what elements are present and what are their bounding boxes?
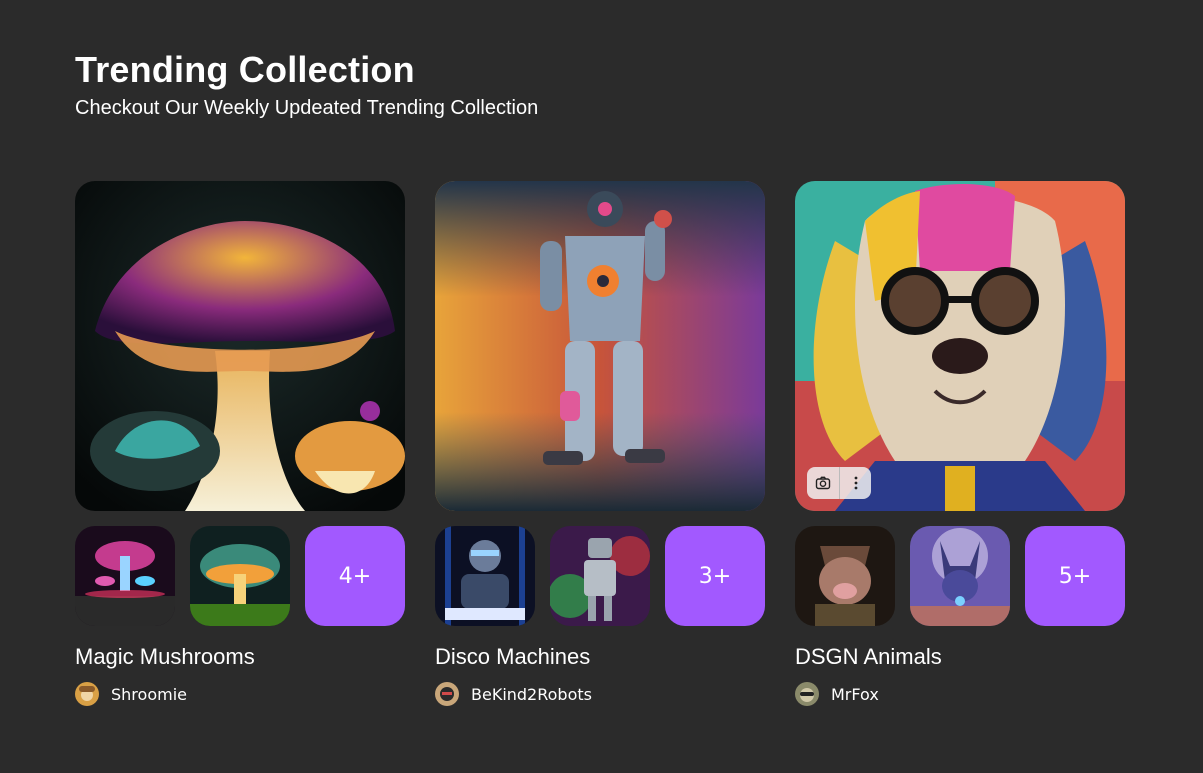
collection-artist[interactable]: MrFox: [795, 682, 1125, 706]
section-header: Trending Collection Checkout Our Weekly …: [75, 50, 538, 120]
collection-name[interactable]: Disco Machines: [435, 644, 765, 670]
collection-name[interactable]: DSGN Animals: [795, 644, 1125, 670]
collection-thumbnail[interactable]: [75, 526, 175, 626]
collection-card-dsgn-animals[interactable]: 5+ DSGN Animals MrFox: [795, 181, 1125, 706]
collection-hero-image[interactable]: [75, 181, 405, 511]
collection-thumbnail[interactable]: [795, 526, 895, 626]
collection-thumbnails: 3+: [435, 526, 765, 626]
collection-thumbnail[interactable]: [910, 526, 1010, 626]
more-vertical-icon[interactable]: [839, 467, 871, 499]
camera-icon[interactable]: [807, 467, 839, 499]
artist-avatar: [75, 682, 99, 706]
artist-avatar: [795, 682, 819, 706]
view-more-button[interactable]: 3+: [665, 526, 765, 626]
collection-artist[interactable]: Shroomie: [75, 682, 405, 706]
collection-card-disco-machines[interactable]: 3+ Disco Machines BeKind2Robots: [435, 181, 765, 706]
collection-artist[interactable]: BeKind2Robots: [435, 682, 765, 706]
collection-name[interactable]: Magic Mushrooms: [75, 644, 405, 670]
artist-avatar: [435, 682, 459, 706]
view-more-button[interactable]: 5+: [1025, 526, 1125, 626]
collection-hero-image[interactable]: [795, 181, 1125, 511]
collection-thumbnails: 5+: [795, 526, 1125, 626]
view-more-button[interactable]: 4+: [305, 526, 405, 626]
collection-thumbnail[interactable]: [435, 526, 535, 626]
collection-thumbnail[interactable]: [190, 526, 290, 626]
artist-name: MrFox: [831, 684, 879, 704]
section-title: Trending Collection: [75, 49, 415, 90]
section-subtitle: Checkout Our Weekly Updeated Trending Co…: [75, 97, 539, 119]
collection-thumbnail[interactable]: [550, 526, 650, 626]
image-tools: [807, 467, 871, 499]
collection-thumbnails: 4+: [75, 526, 405, 626]
artist-name: BeKind2Robots: [471, 684, 592, 704]
collection-list: 4+ Magic Mushrooms Shroomie 3+ Disco Mac…: [75, 181, 1125, 706]
artist-name: Shroomie: [111, 684, 187, 704]
collection-hero-image[interactable]: [435, 181, 765, 511]
collection-card-magic-mushrooms[interactable]: 4+ Magic Mushrooms Shroomie: [75, 181, 405, 706]
